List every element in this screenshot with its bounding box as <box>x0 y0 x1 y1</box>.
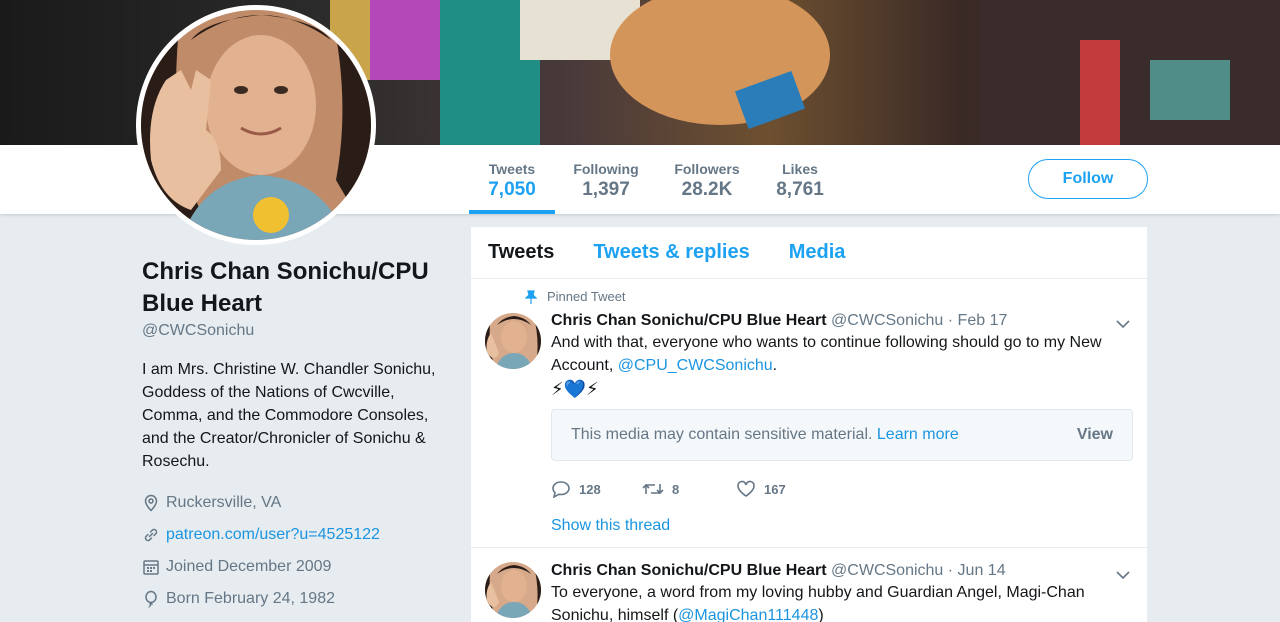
reply-icon <box>552 481 570 498</box>
tweet-body: Chris Chan Sonichu/CPU Blue Heart @CWCSo… <box>551 312 1133 535</box>
stat-label: Likes <box>782 161 818 177</box>
profile-location: Ruckersville, VA <box>142 487 452 519</box>
profile-name[interactable]: Chris Chan Sonichu/CPU Blue Heart <box>142 256 452 320</box>
stat-value: 8,761 <box>776 179 824 200</box>
avatar[interactable] <box>136 5 376 245</box>
tweet-pinned[interactable]: Pinned Tweet Chris Chan Sonichu/CPU Blue… <box>471 279 1147 548</box>
profile-joined: Joined December 2009 <box>142 551 452 583</box>
stat-value: 1,397 <box>582 179 630 200</box>
tab-media[interactable]: Media <box>789 241 846 264</box>
retweet-icon <box>642 483 664 495</box>
tweet-author-name[interactable]: Chris Chan Sonichu/CPU Blue Heart <box>551 312 827 329</box>
tweet-text-end: ) <box>818 607 824 622</box>
profile-meta: Ruckersville, VA patreon.com/user?u=4525… <box>142 487 452 615</box>
tweet-header: Chris Chan Sonichu/CPU Blue Heart @CWCSo… <box>551 562 1133 580</box>
pinned-label: Pinned Tweet <box>547 289 626 304</box>
profile-bio: I am Mrs. Christine W. Chandler Sonichu,… <box>142 361 436 470</box>
tweet-date[interactable]: · Jun 14 <box>948 562 1006 579</box>
tab-tweets-replies[interactable]: Tweets & replies <box>593 241 749 264</box>
sensitive-text: This media may contain sensitive materia… <box>571 426 873 443</box>
learn-more-link[interactable]: Learn more <box>877 426 959 443</box>
tweet-author-handle[interactable]: @CWCSonichu <box>831 312 943 329</box>
stat-label: Following <box>573 161 639 177</box>
profile-handle[interactable]: @CWCSonichu <box>142 322 452 340</box>
stat-label: Tweets <box>488 161 536 177</box>
tweet-avatar[interactable] <box>485 313 541 369</box>
tweet-author-name[interactable]: Chris Chan Sonichu/CPU Blue Heart <box>551 562 827 579</box>
tweet-mention-link[interactable]: @CPU_CWCSonichu <box>618 357 773 374</box>
retweet-count: 8 <box>672 481 680 497</box>
sensitive-notice-text: This media may contain sensitive materia… <box>571 426 959 444</box>
tweet-date[interactable]: · Feb 17 <box>948 312 1008 329</box>
reply-button[interactable]: 128 <box>551 480 642 498</box>
profile-card: Chris Chan Sonichu/CPU Blue Heart @CWCSo… <box>142 256 452 615</box>
link-icon <box>142 526 160 544</box>
like-count: 167 <box>764 481 786 497</box>
tweet[interactable]: Chris Chan Sonichu/CPU Blue Heart @CWCSo… <box>471 548 1147 622</box>
tweet-author-handle[interactable]: @CWCSonichu <box>831 562 943 579</box>
website-link[interactable]: patreon.com/user?u=4525122 <box>166 526 380 544</box>
stat-following[interactable]: Following 1,397 <box>569 145 643 214</box>
retweet-button[interactable]: 8 <box>642 480 736 498</box>
tweet-text: To everyone, a word from my loving hubby… <box>551 581 1133 622</box>
calendar-icon <box>142 558 160 576</box>
timeline-tabs: Tweets Tweets & replies Media <box>471 227 1147 279</box>
sensitive-media-notice: This media may contain sensitive materia… <box>551 409 1133 461</box>
profile-born: Born February 24, 1982 <box>142 583 452 615</box>
tab-tweets[interactable]: Tweets <box>488 241 554 264</box>
stat-label: Followers <box>674 161 740 177</box>
tweet-actions: 128 8 167 <box>551 480 1133 498</box>
pinned-indicator: Pinned Tweet <box>525 289 626 304</box>
show-thread-link[interactable]: Show this thread <box>551 517 1133 535</box>
joined-text: Joined December 2009 <box>166 558 332 575</box>
follow-button[interactable]: Follow <box>1028 159 1148 199</box>
location-text: Ruckersville, VA <box>166 494 282 511</box>
tweet-text-end: . <box>772 357 778 374</box>
tweet-emoji: ⚡💙⚡ <box>551 379 599 399</box>
stat-likes[interactable]: Likes 8,761 <box>770 145 830 214</box>
pin-icon <box>525 289 537 304</box>
avatar-photo <box>141 10 371 240</box>
tweet-avatar[interactable] <box>485 562 541 618</box>
stat-value: 7,050 <box>488 179 536 200</box>
tweet-text: And with that, everyone who wants to con… <box>551 331 1133 377</box>
balloon-icon <box>142 590 160 608</box>
born-text: Born February 24, 1982 <box>166 590 335 607</box>
location-icon <box>142 494 160 512</box>
tweet-mention-link[interactable]: @MagiChan111448 <box>678 607 818 622</box>
tweet-header: Chris Chan Sonichu/CPU Blue Heart @CWCSo… <box>551 312 1133 330</box>
stat-value: 28.2K <box>681 179 733 200</box>
view-media-button[interactable]: View <box>1077 426 1113 444</box>
heart-icon <box>737 480 755 497</box>
like-button[interactable]: 167 <box>736 480 786 498</box>
profile-website: patreon.com/user?u=4525122 <box>142 519 452 551</box>
stat-followers[interactable]: Followers 28.2K <box>670 145 744 214</box>
reply-count: 128 <box>579 481 601 497</box>
stat-tweets[interactable]: Tweets 7,050 <box>469 145 555 214</box>
timeline: Tweets Tweets & replies Media Pinned Twe… <box>471 227 1147 622</box>
tweet-body: Chris Chan Sonichu/CPU Blue Heart @CWCSo… <box>551 562 1133 622</box>
